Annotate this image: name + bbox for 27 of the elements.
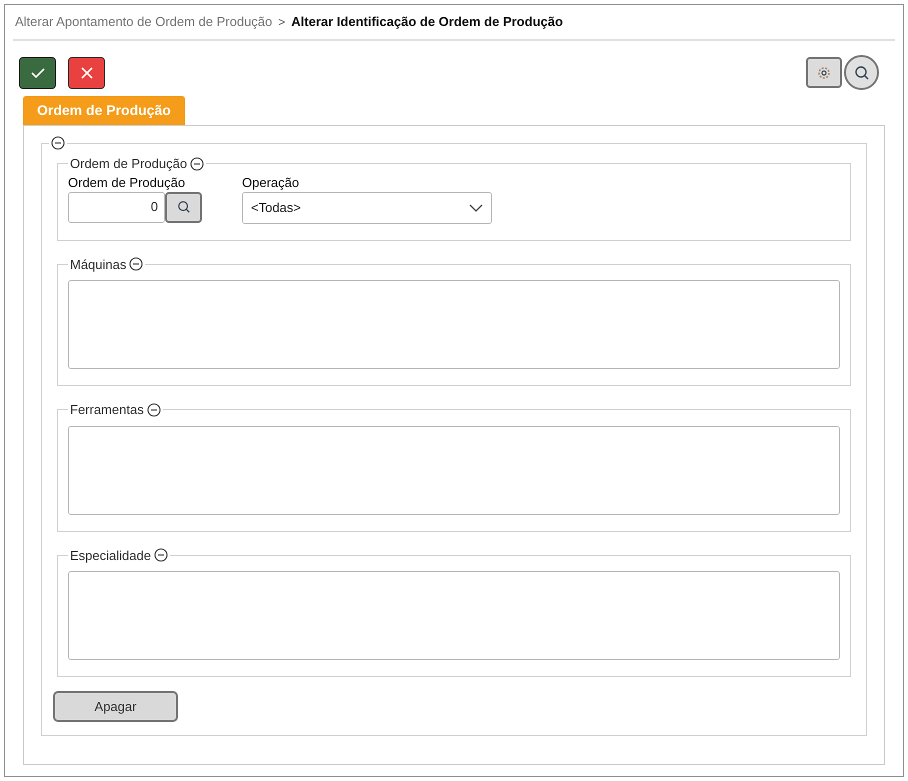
- search-button[interactable]: [165, 192, 202, 222]
- collapse-icon[interactable]: [190, 156, 204, 171]
- field-label: Operação: [242, 174, 300, 192]
- settings-icon: [817, 66, 831, 80]
- cancel-button[interactable]: [68, 56, 105, 88]
- collapse-icon[interactable]: [129, 257, 144, 272]
- search-icon: [176, 200, 190, 214]
- order-number-field[interactable]: 0: [68, 192, 165, 222]
- group-title: Ordem de Produção: [70, 155, 188, 173]
- group-title: Máquinas: [70, 256, 126, 274]
- collapse-icon[interactable]: [51, 136, 65, 150]
- group-title: Ferramentas: [70, 401, 144, 419]
- collapse-icon[interactable]: [146, 402, 161, 417]
- breadcrumb-item: Alterar Identificação de Ordem de Produção: [291, 13, 563, 32]
- operation-dropdown[interactable]: <Todas>: [242, 192, 492, 224]
- search-button[interactable]: [844, 55, 879, 90]
- collapse-icon[interactable]: [154, 548, 168, 562]
- checkmark-icon: [30, 66, 44, 78]
- close-icon: [80, 66, 92, 78]
- confirm-button[interactable]: [19, 56, 56, 88]
- field-label: Ordem de Produção: [68, 174, 186, 192]
- chevron-down-icon: [469, 204, 483, 212]
- breadcrumb-separator: >: [278, 14, 286, 31]
- clear-button[interactable]: Apagar: [53, 691, 178, 722]
- group-title: Especialidade: [70, 546, 151, 565]
- search-icon: [854, 64, 870, 80]
- breadcrumb-item[interactable]: Alterar Apontamento de Ordem de Produção: [15, 12, 272, 32]
